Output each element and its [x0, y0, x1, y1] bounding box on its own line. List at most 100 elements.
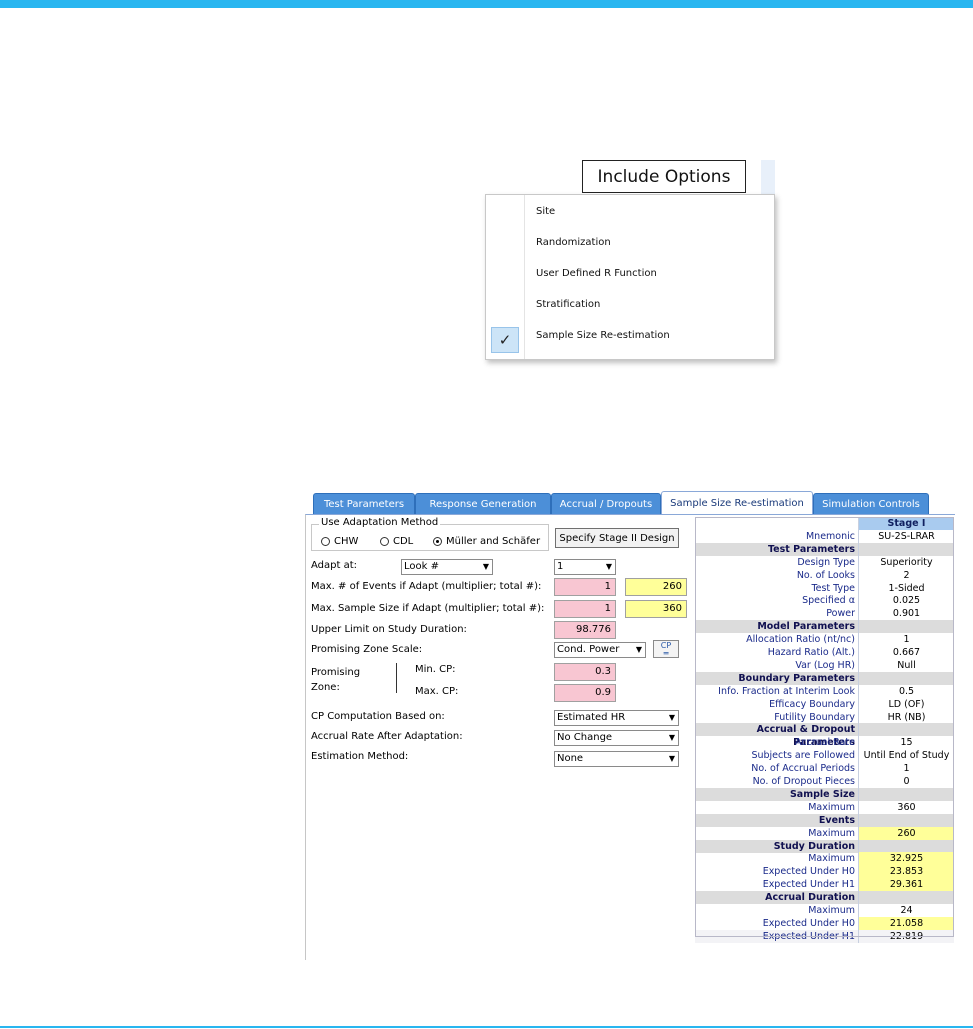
summary-data-row: Info. Fraction at Interim Look 0.5 [695, 684, 954, 698]
summary-data-row: Specified α 0.025 [695, 594, 954, 608]
radio-muller-schafer[interactable]: Müller and Schäfer [433, 536, 540, 547]
radio-label: CHW [334, 536, 359, 547]
dropdown-arrow-icon: ▼ [635, 645, 642, 654]
menu-item-label: Randomization [536, 237, 611, 248]
tab-response-generation[interactable]: Response Generation [415, 493, 551, 515]
summary-section-title: Boundary Parameters [695, 671, 858, 685]
simulation-dialog: Test Parameters Response Generation Accr… [305, 490, 955, 960]
summary-value: 260 [858, 826, 954, 840]
summary-value: Until End of Study [858, 749, 954, 763]
summary-value: Superiority [858, 555, 954, 569]
dropdown-arrow-icon: ▼ [605, 562, 612, 571]
summary-data-row: Power 0.901 [695, 607, 954, 621]
summary-section-blank [858, 787, 954, 801]
summary-data-row: Maximum 24 [695, 904, 954, 917]
menu-item-site[interactable]: Site [486, 200, 776, 231]
summary-key: Maximum [808, 905, 855, 916]
menu-item-label: Site [536, 206, 556, 217]
tab-pane: Use Adaptation Method CHW CDL Müller and… [305, 514, 955, 960]
summary-value: 2 [858, 568, 954, 582]
summary-data-row: Expected Under H1 22.819 [695, 929, 954, 943]
summary-data-row: Var (Log HR) Null [695, 658, 954, 672]
max-sample-multiplier-input[interactable]: 1 [554, 600, 616, 618]
summary-value: 1 [858, 633, 954, 647]
summary-key: No. of Dropout Pieces [752, 776, 855, 787]
include-options-menu: Site Randomization User Defined R Functi… [485, 194, 775, 360]
tab-test-parameters[interactable]: Test Parameters [313, 493, 415, 515]
summary-value: 0.667 [858, 646, 954, 659]
summary-data-row: Expected Under H0 21.058 [695, 916, 954, 930]
toolbar-edge [761, 160, 775, 194]
summary-header-row: Stage I [695, 517, 954, 530]
menu-item-randomization[interactable]: Randomization [486, 231, 776, 262]
include-options-button[interactable]: Include Options [582, 160, 746, 193]
stage-column-header: Stage I [858, 517, 954, 530]
menu-item-sample-size-re-estimation[interactable]: ✓ Sample Size Re-estimation [486, 324, 776, 355]
summary-value: 0.025 [858, 594, 954, 608]
accrual-rate-after-select[interactable]: No Change ▼ [554, 730, 679, 746]
summary-key: Specified α [802, 595, 855, 607]
summary-value: 21.058 [858, 916, 954, 930]
promising-zone-scale-select[interactable]: Cond. Power ▼ [554, 642, 646, 658]
summary-section-blank [858, 891, 954, 905]
cp-computation-select[interactable]: Estimated HR ▼ [554, 710, 679, 726]
radio-cdl[interactable]: CDL [380, 536, 413, 547]
summary-value: 1-Sided [858, 581, 954, 595]
summary-value: 0 [858, 775, 954, 788]
tab-simulation-controls[interactable]: Simulation Controls [813, 493, 929, 515]
summary-value: 15 [858, 736, 954, 750]
summary-section-title: Model Parameters [695, 620, 858, 634]
summary-data-row: Test Type 1-Sided [695, 581, 954, 595]
look-number-select[interactable]: 1 ▼ [554, 559, 616, 575]
summary-section-row: Events [695, 813, 954, 827]
summary-data-row: Allocation Ratio (nt/nc) 1 [695, 633, 954, 647]
summary-value: LD (OF) [858, 697, 954, 711]
adaptation-method-legend: Use Adaptation Method [319, 517, 441, 528]
adapt-at-select[interactable]: Look # ▼ [401, 559, 493, 575]
summary-data-row: No. of Dropout Pieces 0 [695, 775, 954, 788]
upper-limit-input[interactable]: 98.776 [554, 621, 616, 639]
max-cp-input[interactable]: 0.9 [554, 684, 616, 702]
radio-selected-icon [433, 537, 442, 546]
top-accent-rule [0, 0, 973, 8]
summary-section-title: Sample Size [695, 787, 858, 801]
max-events-total-field: 260 [625, 578, 687, 596]
summary-data-row: Accrual Rate 15 [695, 736, 954, 750]
max-events-multiplier-input[interactable]: 1 [554, 578, 616, 596]
menu-item-stratification[interactable]: Stratification [486, 293, 776, 324]
radio-label: Müller and Schäfer [446, 536, 541, 547]
summary-section-row: Test Parameters [695, 542, 954, 556]
adapt-at-label: Adapt at: [311, 560, 358, 571]
summary-section-row: Accrual Duration [695, 891, 954, 905]
adaptation-form: Use Adaptation Method CHW CDL Müller and… [309, 517, 689, 957]
summary-section-blank [858, 723, 954, 737]
max-sample-size-label: Max. Sample Size if Adapt (multiplier; t… [311, 603, 545, 614]
tab-accrual-dropouts[interactable]: Accrual / Dropouts [551, 493, 661, 515]
tab-strip: Test Parameters Response Generation Accr… [305, 490, 955, 515]
min-cp-input[interactable]: 0.3 [554, 663, 616, 681]
summary-value: 1 [858, 762, 954, 776]
look-number-value: 1 [557, 561, 564, 572]
summary-value: 0.901 [858, 607, 954, 621]
radio-chw[interactable]: CHW [321, 536, 358, 547]
summary-data-row: Futility Boundary HR (NB) [695, 710, 954, 724]
summary-key: Maximum [808, 827, 855, 839]
dropdown-arrow-icon: ▼ [482, 562, 489, 571]
summary-key: Efficacy Boundary [769, 698, 855, 710]
estimation-method-select[interactable]: None ▼ [554, 751, 679, 767]
summary-key: Design Type [797, 556, 855, 568]
summary-data-row: Expected Under H1 29.361 [695, 878, 954, 892]
specify-stage-ii-button[interactable]: Specify Stage II Design [555, 528, 679, 548]
cp-chart-button[interactable]: CP ═ [653, 640, 679, 658]
menu-item-user-defined-r-function[interactable]: User Defined R Function [486, 262, 776, 293]
summary-value: 360 [858, 800, 954, 814]
summary-data-row: No. of Accrual Periods 1 [695, 762, 954, 776]
estimation-method-value: None [557, 753, 584, 764]
tab-sample-size-re-estimation[interactable]: Sample Size Re-estimation [661, 491, 813, 515]
cp-computation-label: CP Computation Based on: [311, 711, 445, 722]
design-summary-table: Stage I Mnemonic SU-2S-LRAR Test Parameter… [695, 517, 954, 943]
dropdown-arrow-icon: ▼ [668, 754, 675, 763]
summary-key: Test Type [811, 582, 855, 594]
summary-data-row: Maximum 260 [695, 826, 954, 840]
summary-key: Maximum [808, 853, 855, 865]
